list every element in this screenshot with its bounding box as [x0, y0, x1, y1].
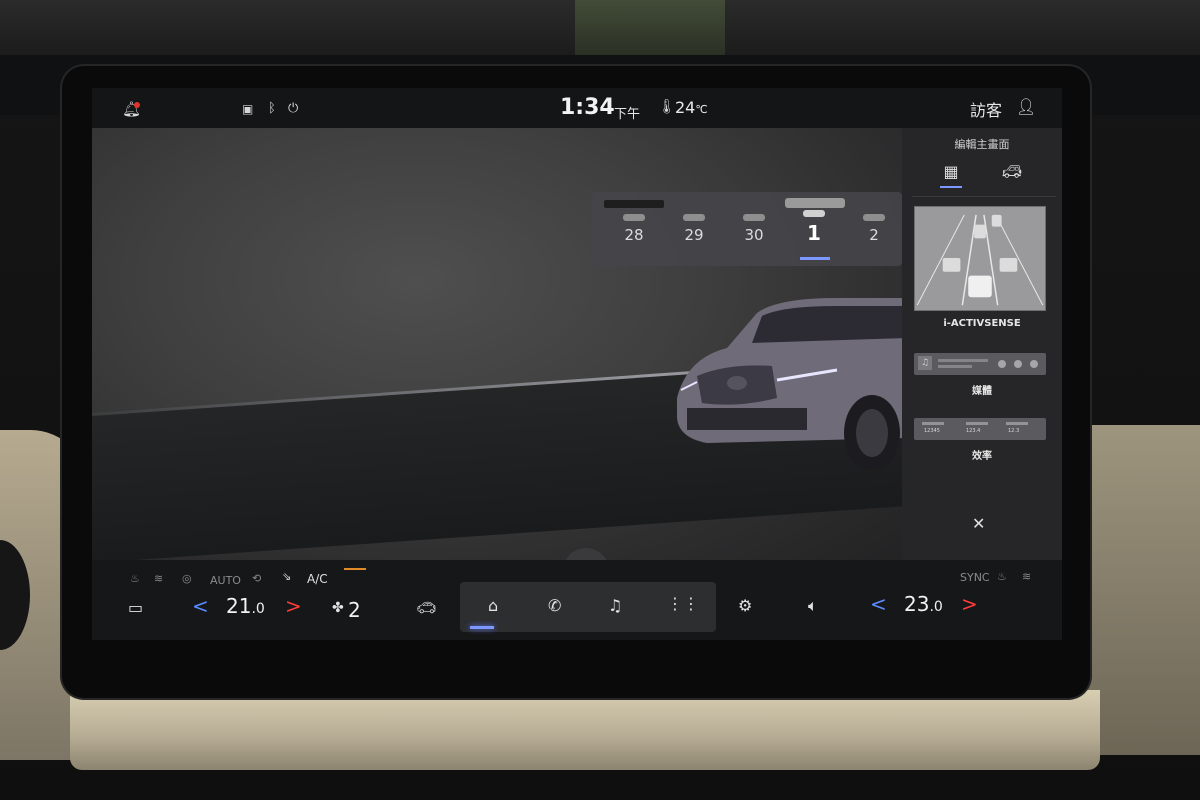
edit-home-panel: 編輯主畫面 ▦ 🚙︎ i-ACTIVSENSE ♫ 媒體 12345 123.4…: [902, 128, 1062, 560]
thermometer-icon: 🌡︎: [658, 99, 676, 115]
camera-icon[interactable]: ▭: [128, 598, 143, 617]
right-temp-decimal: .0: [929, 599, 943, 615]
calendar-day-pill: [803, 210, 825, 217]
calendar-day[interactable]: 2: [854, 214, 894, 244]
phone-icon[interactable]: ✆: [548, 596, 561, 615]
power-icon: ⏻: [288, 101, 299, 116]
user-icon[interactable]: 👤︎: [1016, 97, 1036, 116]
background-plant: [575, 0, 725, 60]
panel-title: 編輯主畫面: [954, 138, 1010, 151]
user-profile-name[interactable]: 訪客: [970, 97, 1002, 121]
seat-vent-right-icon[interactable]: ≋: [1022, 570, 1031, 583]
efficiency-bar: [966, 422, 988, 425]
infotainment-screen: 🔔︎ ▣ ᛒ ⏻ 1:34 下午 🌡︎ 24℃ 訪客 👤︎ 28 29 30 1…: [92, 88, 1062, 640]
right-temp-display: 23.0: [904, 592, 943, 616]
fan-level: 2: [348, 598, 361, 622]
efficiency-value: 123.4: [966, 428, 981, 434]
steering-heat-icon[interactable]: ◎: [182, 572, 192, 585]
auto-climate-button[interactable]: AUTO: [210, 574, 241, 587]
bluetooth-icon: ᛒ: [268, 101, 276, 116]
calendar-day-number: 1: [807, 221, 821, 245]
fan-active-indicator: [344, 568, 366, 570]
calendar-day-number: 2: [869, 226, 879, 244]
clock-time: 1:34: [560, 95, 615, 120]
home-active-indicator: [470, 626, 494, 629]
recirculation-icon[interactable]: ⟲: [252, 572, 261, 585]
left-temp-down-button[interactable]: <: [192, 594, 209, 618]
calendar-day[interactable]: 28: [614, 214, 654, 244]
close-icon[interactable]: ✕: [972, 514, 985, 533]
outside-temperature: 24℃: [675, 98, 708, 117]
music-icon: ♫: [918, 356, 932, 370]
status-bar: 🔔︎ ▣ ᛒ ⏻ 1:34 下午 🌡︎ 24℃ 訪客 👤︎: [92, 88, 1062, 128]
media-title-placeholder: [938, 359, 988, 362]
calendar-day-pill: [683, 214, 705, 221]
dashboard-trim-right: [1085, 425, 1200, 755]
adas-widget-preview[interactable]: [914, 206, 1046, 311]
efficiency-bar: [1006, 422, 1028, 425]
calendar-day[interactable]: 30: [734, 214, 774, 244]
seat-heat-right-icon[interactable]: ♨: [997, 570, 1007, 583]
efficiency-widget-preview[interactable]: 12345 123.4 12.3: [914, 418, 1046, 440]
home-wallpaper-scene: 28 29 30 1 2 🗑︎: [92, 128, 902, 560]
media-widget-label: 媒體: [972, 386, 992, 397]
vehicle-icon[interactable]: 🚗︎: [416, 598, 436, 617]
seat-heat-icon[interactable]: ♨: [130, 572, 140, 585]
home-icon[interactable]: ⌂: [488, 596, 498, 615]
calendar-widget[interactable]: 28 29 30 1 2: [592, 192, 902, 266]
left-temp-up-button[interactable]: >: [285, 594, 302, 618]
media-widget-preview[interactable]: ♫: [914, 353, 1046, 375]
calendar-event-placeholder: [785, 198, 845, 208]
calendar-selected-indicator: [800, 257, 830, 260]
seat-vent-icon[interactable]: ≋: [154, 572, 163, 585]
widgets-tab-icon[interactable]: ▦: [931, 162, 971, 181]
settings-icon[interactable]: ⚙: [738, 596, 752, 615]
calendar-month-placeholder: [604, 200, 664, 208]
right-temp-up-button[interactable]: >: [961, 592, 978, 616]
calendar-day-number: 28: [624, 226, 644, 244]
notification-dot: [134, 102, 140, 108]
message-icon[interactable]: ▣: [242, 102, 253, 116]
dashboard-trim-bottom: [70, 690, 1100, 770]
car-image: [677, 298, 902, 471]
right-temp-down-button[interactable]: <: [870, 592, 887, 616]
clock-ampm: 下午: [614, 107, 641, 122]
music-nav-icon[interactable]: ♫: [608, 596, 622, 615]
calendar-day[interactable]: 29: [674, 214, 714, 244]
media-control-dot: [998, 360, 1006, 368]
app-dock: ⌂ ✆ ♫ ⋮⋮: [460, 582, 716, 632]
efficiency-value: 12.3: [1008, 428, 1020, 434]
efficiency-value: 12345: [924, 428, 940, 434]
adas-widget-label: i-ACTIVSENSE: [943, 318, 1021, 329]
trash-icon[interactable]: 🗑︎: [563, 548, 609, 560]
calendar-day-pill: [743, 214, 765, 221]
media-artist-placeholder: [938, 365, 972, 368]
active-tab-indicator: [940, 186, 962, 188]
efficiency-widget-label: 效率: [972, 451, 992, 462]
temperature-unit: ℃: [695, 103, 708, 116]
sync-button[interactable]: SYNC: [960, 571, 990, 584]
calendar-day-pill: [623, 214, 645, 221]
media-control-dot: [1030, 360, 1038, 368]
vehicle-tab-icon[interactable]: 🚙︎: [992, 162, 1032, 181]
calendar-day-number: 29: [684, 226, 704, 244]
panel-divider: [912, 196, 1056, 197]
app-grid-icon[interactable]: ⋮⋮: [667, 594, 699, 613]
calendar-day-selected[interactable]: 1: [794, 210, 834, 245]
calendar-day-pill: [863, 214, 885, 221]
left-temp-decimal: .0: [251, 601, 265, 617]
ac-button[interactable]: A/C: [307, 572, 328, 586]
media-control-dot: [1014, 360, 1022, 368]
fan-icon[interactable]: ✤: [332, 600, 344, 616]
temperature-value: 24: [675, 98, 696, 117]
efficiency-bar: [922, 422, 944, 425]
fan-direction-icon[interactable]: ⇘: [282, 570, 291, 583]
right-temp-value: 23: [904, 592, 930, 616]
left-temp-value: 21: [226, 594, 252, 618]
calendar-day-number: 30: [744, 226, 764, 244]
volume-icon[interactable]: 🔈︎: [808, 596, 818, 616]
left-temp-display: 21.0: [226, 594, 265, 618]
